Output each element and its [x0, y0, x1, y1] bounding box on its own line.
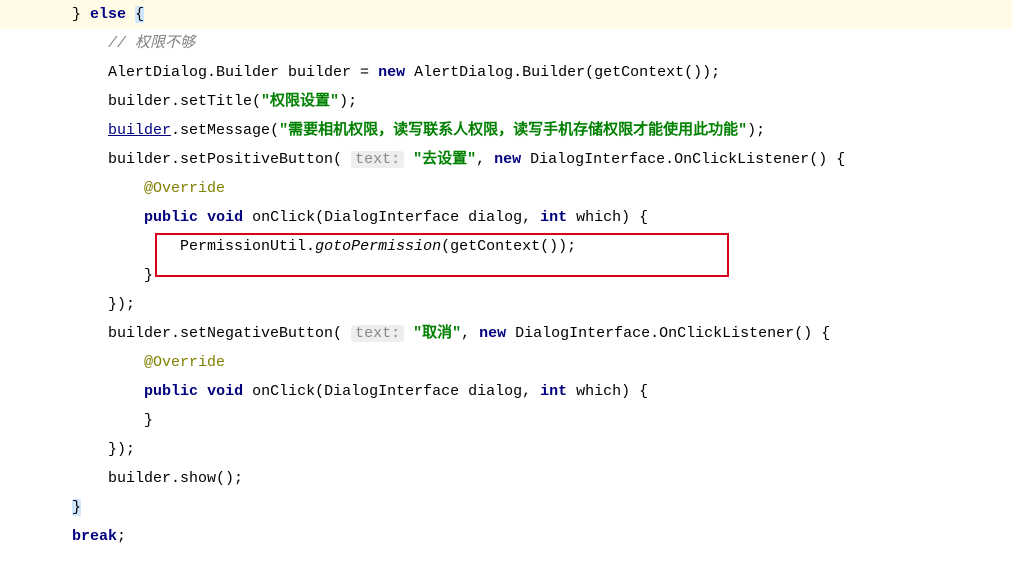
- semicolon: ;: [117, 528, 126, 545]
- brace-open-highlight: {: [135, 6, 144, 23]
- code-text: builder.setNegativeButton(: [0, 325, 351, 342]
- code-text: .setMessage(: [171, 122, 279, 139]
- code-text: (getContext());: [441, 238, 576, 255]
- string-literal: "去设置": [413, 151, 476, 168]
- code-line[interactable]: builder.setPositiveButton( text: "去设置", …: [0, 145, 1012, 174]
- keyword-void: void: [207, 383, 243, 400]
- method-static: gotoPermission: [315, 238, 441, 255]
- brace-close: }: [144, 267, 153, 284]
- code-line[interactable]: builder.setMessage("需要相机权限，读写联系人权限，读写手机存…: [0, 116, 1012, 145]
- indent: [0, 441, 108, 458]
- code-line[interactable]: });: [0, 435, 1012, 464]
- indent: [0, 35, 108, 52]
- keyword-int: int: [540, 209, 567, 226]
- code-text: builder.show();: [0, 470, 243, 487]
- indent: [0, 6, 72, 23]
- code-line[interactable]: builder.setNegativeButton( text: "取消", n…: [0, 319, 1012, 348]
- string-literal: "取消": [413, 325, 461, 342]
- code-line[interactable]: builder.show();: [0, 464, 1012, 493]
- code-line[interactable]: public void onClick(DialogInterface dial…: [0, 377, 1012, 406]
- code-line[interactable]: @Override: [0, 174, 1012, 203]
- indent: [0, 383, 144, 400]
- code-line[interactable]: @Override: [0, 348, 1012, 377]
- code-text: onClick(DialogInterface dialog,: [243, 209, 540, 226]
- annotation-override: @Override: [144, 354, 225, 371]
- code-text: );: [339, 93, 357, 110]
- code-line[interactable]: }: [0, 493, 1012, 522]
- indent: [0, 296, 108, 313]
- code-line[interactable]: });: [0, 290, 1012, 319]
- keyword-void: void: [207, 209, 243, 226]
- code-line[interactable]: builder.setTitle("权限设置");: [0, 87, 1012, 116]
- comment: // 权限不够: [108, 35, 195, 52]
- string-literal: "权限设置": [261, 93, 339, 110]
- keyword-public: public: [144, 209, 198, 226]
- parameter-hint: text:: [351, 151, 404, 168]
- code-text: which) {: [567, 209, 648, 226]
- code-line[interactable]: } else {: [0, 0, 1012, 29]
- indent: [0, 209, 144, 226]
- brace-close: }: [72, 6, 90, 23]
- code-text: PermissionUtil.: [0, 238, 315, 255]
- code-line[interactable]: // 权限不够: [0, 29, 1012, 58]
- builder-reference: builder: [108, 122, 171, 139]
- indent: [0, 267, 144, 284]
- parameter-hint: text:: [351, 325, 404, 342]
- code-text: AlertDialog.Builder(getContext());: [405, 64, 720, 81]
- code-text: onClick(DialogInterface dialog,: [243, 383, 540, 400]
- code-text: });: [108, 296, 135, 313]
- code-text: builder.setPositiveButton(: [0, 151, 351, 168]
- keyword-else: else: [90, 6, 126, 23]
- code-line-highlighted-call[interactable]: PermissionUtil.gotoPermission(getContext…: [0, 232, 1012, 261]
- code-line[interactable]: public void onClick(DialogInterface dial…: [0, 203, 1012, 232]
- code-line[interactable]: break;: [0, 522, 1012, 551]
- code-text: ,: [461, 325, 479, 342]
- indent: [0, 499, 72, 516]
- annotation-override: @Override: [144, 180, 225, 197]
- code-text: which) {: [567, 383, 648, 400]
- code-editor[interactable]: } else { // 权限不够 AlertDialog.Builder bui…: [0, 0, 1012, 563]
- code-text: AlertDialog.Builder builder =: [0, 64, 378, 81]
- code-line[interactable]: AlertDialog.Builder builder = new AlertD…: [0, 58, 1012, 87]
- keyword-new: new: [378, 64, 405, 81]
- indent: [0, 528, 72, 545]
- code-text: );: [747, 122, 765, 139]
- brace-close-highlight: }: [72, 499, 81, 516]
- code-line[interactable]: }: [0, 406, 1012, 435]
- code-text: ,: [476, 151, 494, 168]
- indent: [0, 412, 144, 429]
- code-line[interactable]: }: [0, 261, 1012, 290]
- keyword-new: new: [494, 151, 521, 168]
- code-text: builder.setTitle(: [0, 93, 261, 110]
- code-text: });: [108, 441, 135, 458]
- brace-close: }: [144, 412, 153, 429]
- indent: [0, 122, 108, 139]
- keyword-new: new: [479, 325, 506, 342]
- keyword-int: int: [540, 383, 567, 400]
- code-text: DialogInterface.OnClickListener() {: [521, 151, 845, 168]
- keyword-break: break: [72, 528, 117, 545]
- string-literal: "需要相机权限，读写联系人权限，读写手机存储权限才能使用此功能": [279, 122, 747, 139]
- indent: [0, 180, 144, 197]
- indent: [0, 354, 144, 371]
- keyword-public: public: [144, 383, 198, 400]
- code-text: DialogInterface.OnClickListener() {: [506, 325, 830, 342]
